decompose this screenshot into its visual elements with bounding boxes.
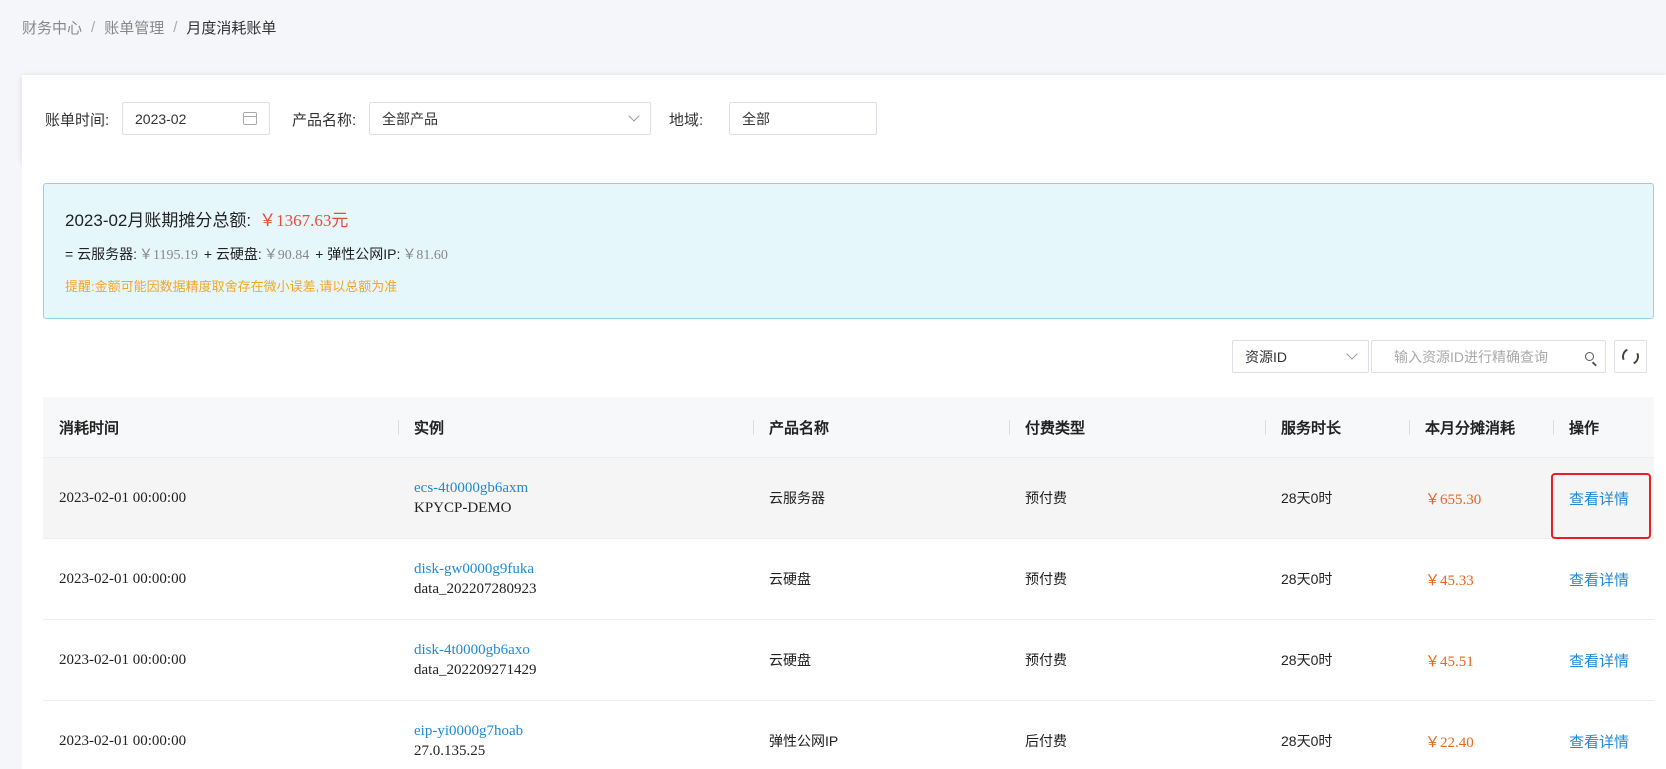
cell-duration: 28天0时 bbox=[1281, 652, 1333, 668]
main-panel: 2023-02月账期摊分总额: ￥1367.63元 = 云服务器: ￥1195.19… bbox=[22, 162, 1666, 769]
instance-id-link[interactable]: eip-yi0000g7hoab bbox=[414, 723, 753, 740]
bill-time-value: 2023-02 bbox=[135, 110, 187, 127]
header-time: 消耗时间 bbox=[59, 419, 120, 437]
cell-cost: ￥655.30 bbox=[1425, 491, 1482, 508]
plus-sign: + bbox=[203, 246, 213, 262]
product-select-value: 全部产品 bbox=[382, 110, 438, 127]
instance-name: data_202209271429 bbox=[414, 661, 537, 678]
breadcrumb-finance-center[interactable]: 财务中心 bbox=[22, 17, 82, 38]
disk-label: 云硬盘: bbox=[215, 246, 262, 262]
instance-name: 27.0.135.25 bbox=[414, 742, 486, 759]
header-duration: 服务时长 bbox=[1265, 417, 1409, 438]
disk-value: ￥90.84 bbox=[263, 248, 310, 263]
cell-duration: 28天0时 bbox=[1281, 490, 1333, 506]
instance-id-link[interactable]: disk-4t0000gb6axo bbox=[414, 642, 753, 659]
table-header: 消耗时间 实例 产品名称 付费类型 服务时长 本月分摊消耗 操作 bbox=[43, 397, 1654, 458]
plus-sign: + bbox=[315, 246, 324, 262]
header-cost: 本月分摊消耗 bbox=[1409, 417, 1553, 438]
table-row: 2023-02-01 00:00:00 ecs-4t0000gb6axm KPY… bbox=[43, 458, 1654, 539]
bill-time-label: 账单时间: bbox=[45, 112, 110, 129]
chevron-down-icon bbox=[1346, 348, 1358, 360]
breadcrumb-separator: / bbox=[173, 19, 178, 36]
resource-id-search-input[interactable] bbox=[1371, 340, 1606, 373]
breadcrumb: 财务中心 / 账单管理 / 月度消耗账单 bbox=[22, 17, 276, 38]
header-instance: 实例 bbox=[398, 417, 753, 438]
cell-product: 云服务器 bbox=[769, 490, 825, 506]
cell-pay-type: 预付费 bbox=[1025, 571, 1067, 587]
header-action: 操作 bbox=[1553, 417, 1654, 438]
table-row: 2023-02-01 00:00:00 disk-gw0000g9fuka da… bbox=[43, 539, 1654, 620]
cell-time: 2023-02-01 00:00:00 bbox=[59, 489, 187, 506]
equals-sign: = bbox=[65, 246, 74, 262]
ecs-label: 云服务器: bbox=[77, 246, 137, 262]
instance-id-link[interactable]: ecs-4t0000gb6axm bbox=[414, 480, 753, 497]
region-select-value: 全部 bbox=[742, 110, 770, 127]
cell-product: 云硬盘 bbox=[769, 652, 811, 668]
header-pay-type: 付费类型 bbox=[1009, 417, 1265, 438]
cell-instance: ecs-4t0000gb6axm KPYCP-DEMO bbox=[398, 480, 753, 517]
summary-title: 2023-02月账期摊分总额: bbox=[65, 211, 252, 230]
cell-cost: ￥22.40 bbox=[1425, 734, 1474, 751]
breadcrumb-bill-management[interactable]: 账单管理 bbox=[104, 17, 164, 38]
cell-instance: disk-4t0000gb6axo data_202209271429 bbox=[398, 642, 753, 679]
region-label: 地域: bbox=[669, 112, 704, 129]
cell-product: 弹性公网IP bbox=[769, 733, 839, 749]
ecs-value: ￥1195.19 bbox=[138, 248, 198, 263]
header-product: 产品名称 bbox=[753, 417, 1009, 438]
search-field-value: 资源ID bbox=[1245, 348, 1287, 365]
refresh-button[interactable] bbox=[1614, 340, 1647, 373]
instance-id-link[interactable]: disk-gw0000g9fuka bbox=[414, 561, 753, 578]
highlight-annotation-box bbox=[1551, 473, 1651, 539]
search-field-select[interactable]: 资源ID bbox=[1232, 340, 1369, 373]
region-select[interactable]: 全部 bbox=[729, 102, 877, 135]
cell-pay-type: 后付费 bbox=[1025, 733, 1067, 749]
view-details-link[interactable]: 查看详情 bbox=[1553, 731, 1654, 752]
cell-instance: eip-yi0000g7hoab 27.0.135.25 bbox=[398, 723, 753, 760]
chevron-down-icon bbox=[628, 110, 640, 122]
table-row: 2023-02-01 00:00:00 eip-yi0000g7hoab 27.… bbox=[43, 701, 1654, 769]
cell-time: 2023-02-01 00:00:00 bbox=[59, 570, 187, 587]
refresh-icon bbox=[1619, 345, 1642, 368]
instance-name: KPYCP-DEMO bbox=[414, 499, 512, 516]
summary-total-line: 2023-02月账期摊分总额: ￥1367.63元 bbox=[65, 206, 348, 231]
cell-pay-type: 预付费 bbox=[1025, 652, 1067, 668]
cell-time: 2023-02-01 00:00:00 bbox=[59, 651, 187, 668]
view-details-link[interactable]: 查看详情 bbox=[1553, 650, 1654, 671]
view-details-link[interactable]: 查看详情 bbox=[1553, 569, 1654, 590]
calendar-icon bbox=[243, 112, 257, 125]
breadcrumb-current: 月度消耗账单 bbox=[186, 20, 277, 37]
cell-product: 云硬盘 bbox=[769, 571, 811, 587]
product-name-label: 产品名称: bbox=[292, 112, 357, 129]
bill-time-picker[interactable]: 2023-02 bbox=[122, 102, 270, 135]
eip-value: ￥81.60 bbox=[402, 248, 448, 263]
cell-pay-type: 预付费 bbox=[1025, 490, 1067, 506]
cell-cost: ￥45.33 bbox=[1425, 572, 1474, 589]
summary-notice: 提醒:金额可能因数据精度取舍存在微小误差,请以总额为准 bbox=[65, 279, 398, 294]
cell-duration: 28天0时 bbox=[1281, 733, 1333, 749]
product-select[interactable]: 全部产品 bbox=[369, 102, 651, 135]
instance-name: data_202207280923 bbox=[414, 580, 537, 597]
table-row: 2023-02-01 00:00:00 disk-4t0000gb6axo da… bbox=[43, 620, 1654, 701]
breadcrumb-separator: / bbox=[91, 19, 96, 36]
cell-cost: ￥45.51 bbox=[1425, 653, 1474, 670]
cell-time: 2023-02-01 00:00:00 bbox=[59, 732, 187, 749]
eip-label: 弹性公网IP: bbox=[327, 246, 401, 262]
bill-summary: 2023-02月账期摊分总额: ￥1367.63元 = 云服务器: ￥1195.19… bbox=[43, 183, 1654, 319]
search-icon[interactable] bbox=[1585, 352, 1594, 361]
filter-bar: 账单时间: 2023-02 产品名称: 全部产品 地域: 全部 bbox=[22, 75, 1666, 162]
summary-breakdown: = 云服务器: ￥1195.19 + 云硬盘: ￥90.84 + 弹性公网IP: ￥8… bbox=[65, 244, 450, 264]
summary-total-amount: ￥1367.63元 bbox=[259, 211, 349, 230]
cell-instance: disk-gw0000g9fuka data_202207280923 bbox=[398, 561, 753, 598]
bill-table: 消耗时间 实例 产品名称 付费类型 服务时长 本月分摊消耗 操作 2023-02… bbox=[43, 397, 1654, 769]
cell-duration: 28天0时 bbox=[1281, 571, 1333, 587]
